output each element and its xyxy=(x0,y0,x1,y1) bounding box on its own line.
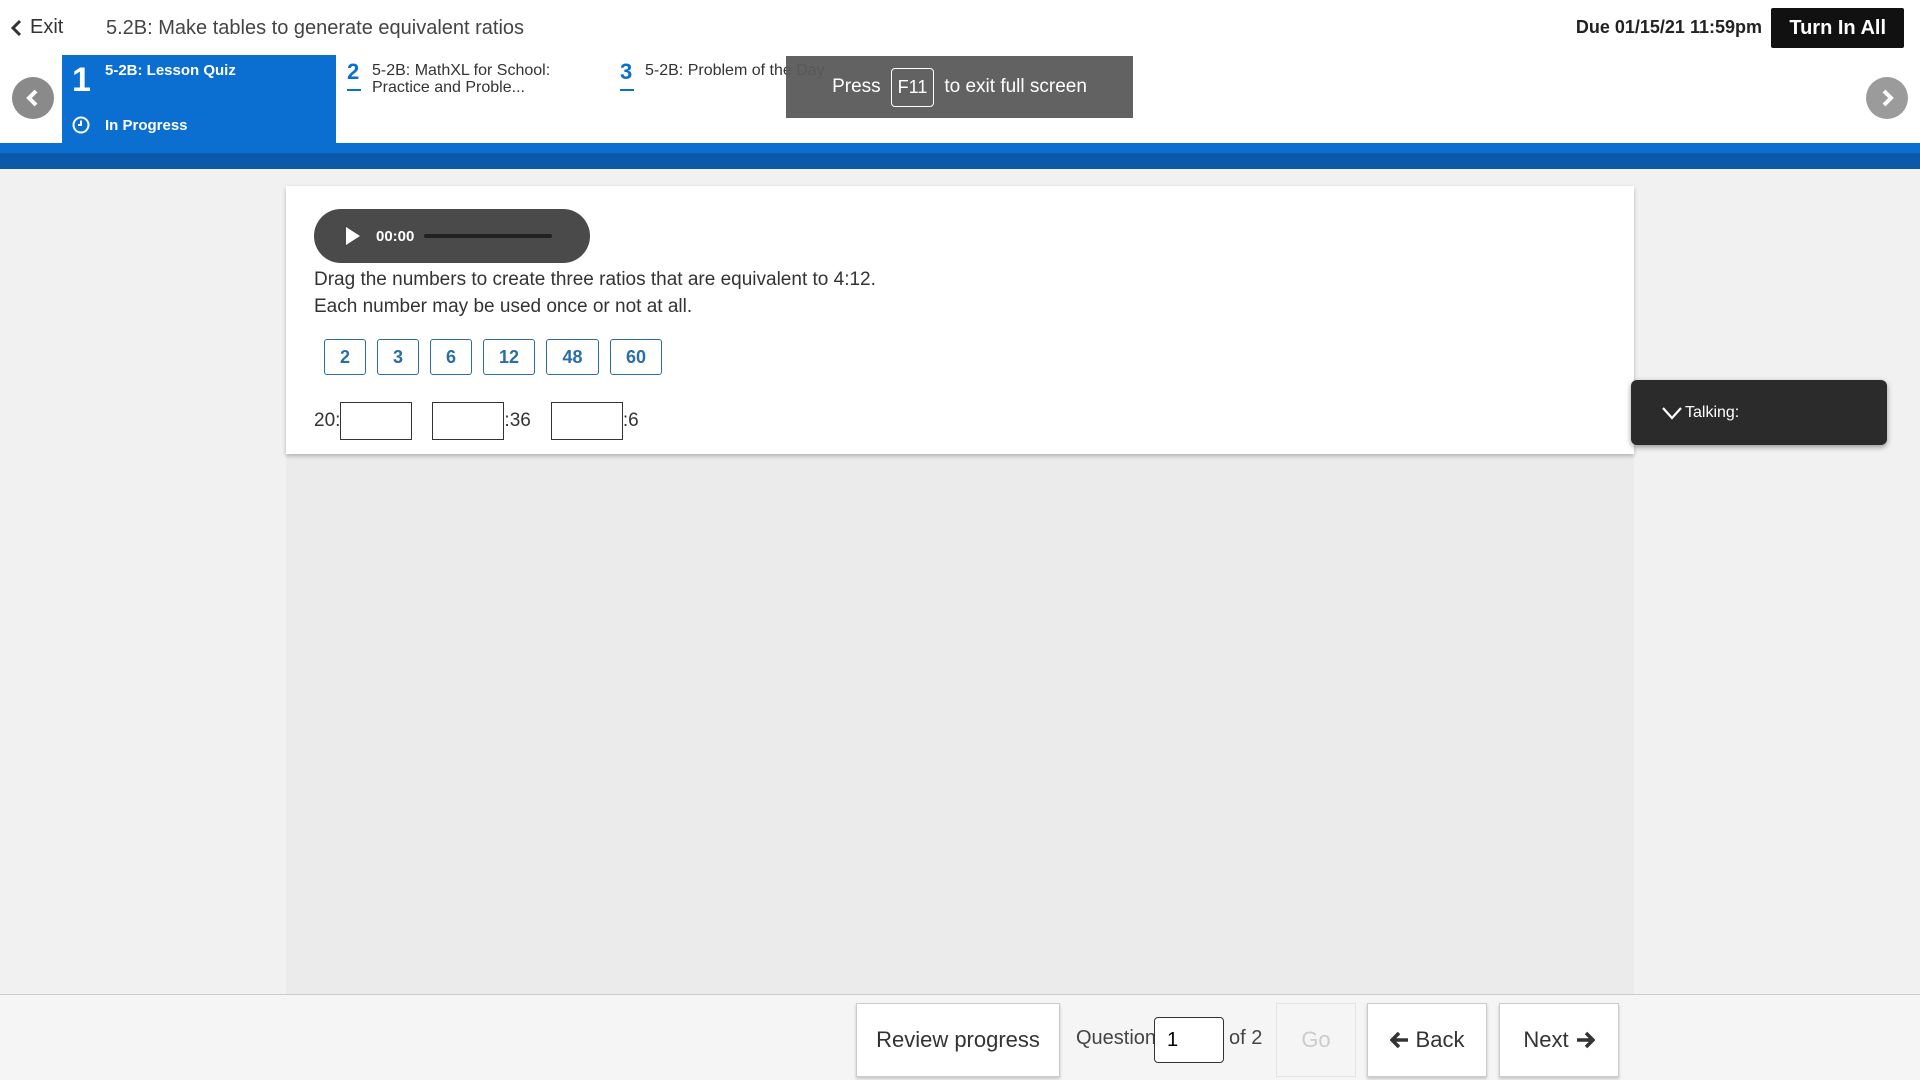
back-label: Back xyxy=(1415,1027,1465,1052)
go-button[interactable]: Go xyxy=(1276,1003,1356,1077)
number-tiles: 2 3 6 12 48 60 xyxy=(324,339,662,375)
assignment-title: 5.2B: Make tables to generate equivalent… xyxy=(106,17,525,39)
header-divider xyxy=(0,143,1920,169)
chevron-down-icon xyxy=(1662,406,1682,420)
prompt-line-2: Each number may be used once or not at a… xyxy=(314,296,693,317)
question-total: of 2 xyxy=(1229,1027,1263,1049)
number-tile[interactable]: 12 xyxy=(483,339,535,375)
tab-number: 1 xyxy=(72,61,91,99)
next-label: Next xyxy=(1523,1027,1569,1052)
talking-panel[interactable]: Talking: xyxy=(1631,380,1887,445)
footer-navigation: Review progress Question of 2 Go Back Ne… xyxy=(0,994,1920,1080)
question-prompt: Drag the numbers to create three ratios … xyxy=(314,266,876,320)
tab-number: 2 xyxy=(347,59,362,91)
question-number-input[interactable] xyxy=(1154,1017,1224,1063)
tab-title: 5-2B: MathXL for School: Practice and Pr… xyxy=(372,62,551,96)
number-tile[interactable]: 6 xyxy=(430,339,472,375)
arrow-right-icon xyxy=(1576,1031,1595,1049)
audio-time: 00:00 xyxy=(376,227,415,245)
tab-number: 3 xyxy=(620,59,635,91)
due-date: Due 01/15/21 11:59pm xyxy=(1575,17,1762,37)
back-button[interactable]: Back xyxy=(1367,1003,1487,1077)
fullscreen-press-text: Press xyxy=(832,76,881,97)
fullscreen-notice: Press F11 to exit full screen xyxy=(786,56,1133,118)
number-tile[interactable]: 2 xyxy=(324,339,366,375)
fullscreen-rest-text: to exit full screen xyxy=(944,76,1087,97)
next-button[interactable]: Next xyxy=(1499,1003,1619,1077)
number-tile[interactable]: 60 xyxy=(610,339,662,375)
ratio-2-suffix: :36 xyxy=(504,410,531,431)
tab-mathxl-practice[interactable]: 2 5-2B: MathXL for School: Practice and … xyxy=(347,55,597,143)
audio-progress-track[interactable] xyxy=(424,234,553,238)
chevron-left-icon xyxy=(26,89,38,107)
ratio-answers: 20: :36 :6 xyxy=(314,402,639,440)
review-progress-button[interactable]: Review progress xyxy=(856,1003,1060,1077)
drop-target-ratio-1[interactable] xyxy=(340,402,413,440)
clock-icon xyxy=(72,116,90,134)
turn-in-all-button[interactable]: Turn In All xyxy=(1771,8,1904,48)
f11-key: F11 xyxy=(890,67,935,107)
top-header: Exit 5.2B: Make tables to generate equiv… xyxy=(0,0,1920,55)
prompt-line-1: Drag the numbers to create three ratios … xyxy=(314,269,876,290)
question-label: Question xyxy=(1076,1027,1157,1049)
number-tile[interactable]: 3 xyxy=(377,339,419,375)
audio-player: 00:00 xyxy=(314,209,590,263)
play-icon[interactable] xyxy=(344,225,362,247)
question-card: 00:00 Drag the numbers to create three r… xyxy=(286,186,1634,454)
number-tile[interactable]: 48 xyxy=(546,339,599,375)
tab-title: 5-2B: Lesson Quiz xyxy=(105,62,236,79)
ratio-1-prefix: 20: xyxy=(314,410,341,431)
drop-target-ratio-3[interactable] xyxy=(550,402,623,440)
chevron-left-icon xyxy=(10,19,22,36)
previous-item-button[interactable] xyxy=(12,77,54,119)
next-item-button[interactable] xyxy=(1866,77,1908,119)
drop-target-ratio-2[interactable] xyxy=(432,402,505,440)
chevron-right-icon xyxy=(1882,89,1894,107)
arrow-left-icon xyxy=(1389,1031,1408,1049)
exit-label: Exit xyxy=(30,16,64,38)
ratio-3-suffix: :6 xyxy=(622,410,639,431)
tab-status: In Progress xyxy=(105,117,188,134)
exit-button[interactable]: Exit xyxy=(10,16,63,39)
talking-label: Talking: xyxy=(1685,403,1740,421)
tab-lesson-quiz[interactable]: 1 5-2B: Lesson Quiz In Progress xyxy=(62,55,336,143)
